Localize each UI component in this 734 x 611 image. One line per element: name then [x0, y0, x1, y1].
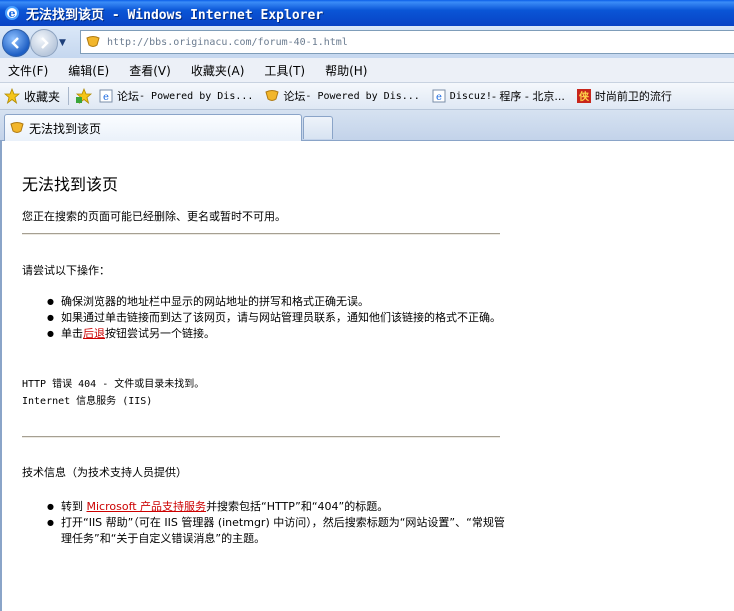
address-field[interactable]: http://bbs.originacu.com/forum-40-1.html	[80, 30, 734, 54]
favorites-label: 收藏夹	[24, 89, 61, 104]
title-bar: e 无法找到该页 - Windows Internet Explorer	[0, 0, 734, 26]
favorites-button[interactable]: 收藏夹	[4, 88, 60, 105]
tab-bar: 无法找到该页	[0, 110, 734, 141]
ie-page-icon: e	[99, 89, 113, 103]
favorite-link-4[interactable]: 侠 时尚前卫的流行	[576, 88, 672, 104]
back-arrow-icon	[11, 37, 19, 49]
divider	[22, 436, 500, 438]
favorite-link-1[interactable]: e 论坛 - Powered by Dis...	[99, 88, 253, 104]
tab-current[interactable]: 无法找到该页	[4, 114, 302, 141]
divider	[22, 233, 500, 235]
try-heading: 请尝试以下操作：	[22, 264, 110, 277]
server-info-text: Internet 信息服务 (IIS)	[22, 396, 153, 407]
svg-text:e: e	[436, 92, 442, 103]
list-item: 单击后退按钮尝试另一个链接。	[47, 326, 507, 342]
favorite-link-3[interactable]: e Discuz! - 程序 - 北京...	[432, 88, 565, 104]
error-code-text: HTTP 错误 404 - 文件或目录未找到。	[22, 379, 205, 390]
menu-help[interactable]: 帮助(H)	[325, 62, 367, 79]
site-favicon-icon	[265, 90, 280, 101]
favorites-bar: 收藏夹 e 论坛 - Powered by Dis... 论坛 - Powere…	[0, 83, 734, 110]
list-item: 确保浏览器的地址栏中显示的网站地址的拼写和格式正确无误。	[47, 294, 507, 310]
tech-heading: 技术信息（为技术支持人员提供）	[22, 466, 187, 479]
menu-favorites[interactable]: 收藏夹(A)	[191, 62, 245, 79]
forward-arrow-icon	[41, 37, 49, 49]
page-favicon-icon	[86, 36, 100, 47]
page-content: 无法找到该页 您正在搜索的页面可能已经删除、更名或暂时不可用。 请尝试以下操作：…	[0, 141, 734, 611]
menu-tools[interactable]: 工具(T)	[264, 62, 305, 79]
tech-list: 转到 Microsoft 产品支持服务并搜索包括“HTTP”和“404”的标题。…	[47, 499, 507, 547]
page-heading: 无法找到该页	[22, 175, 119, 194]
menu-file[interactable]: 文件(F)	[8, 62, 48, 79]
list-item: 转到 Microsoft 产品支持服务并搜索包括“HTTP”和“404”的标题。	[47, 499, 507, 515]
ie-page-icon: e	[432, 89, 446, 103]
back-button[interactable]	[2, 29, 30, 57]
favorite-link-2[interactable]: 论坛 - Powered by Dis...	[265, 88, 420, 104]
address-toolbar: ▼ http://bbs.originacu.com/forum-40-1.ht…	[0, 26, 734, 58]
svg-text:e: e	[9, 7, 16, 20]
history-dropdown-icon[interactable]: ▼	[59, 38, 66, 48]
add-to-favorites-icon[interactable]	[75, 88, 93, 104]
ms-support-link[interactable]: Microsoft 产品支持服务	[87, 500, 207, 513]
intro-text: 您正在搜索的页面可能已经删除、更名或暂时不可用。	[22, 210, 286, 223]
window-title: 无法找到该页 - Windows Internet Explorer	[26, 7, 324, 23]
favorites-separator	[68, 87, 70, 105]
list-item: 打开“IIS 帮助”（可在 IIS 管理器 (inetmgr) 中访问），然后搜…	[47, 515, 507, 547]
new-tab-button[interactable]	[303, 116, 333, 139]
list-item: 如果通过单击链接而到达了该网页，请与网站管理员联系，通知他们该链接的格式不正确。	[47, 310, 507, 326]
menu-view[interactable]: 查看(V)	[129, 62, 171, 79]
tab-label: 无法找到该页	[29, 121, 102, 136]
menu-edit[interactable]: 编辑(E)	[68, 62, 109, 79]
forward-button[interactable]	[30, 29, 58, 57]
svg-text:e: e	[103, 92, 109, 103]
page-favicon-icon	[10, 122, 24, 133]
address-url: http://bbs.originacu.com/forum-40-1.html	[107, 36, 348, 48]
menu-bar: 文件(F) 编辑(E) 查看(V) 收藏夹(A) 工具(T) 帮助(H)	[0, 58, 734, 83]
back-link[interactable]: 后退	[83, 327, 105, 340]
svg-text:侠: 侠	[579, 90, 590, 103]
red-site-icon: 侠	[576, 89, 591, 103]
try-list: 确保浏览器的地址栏中显示的网站地址的拼写和格式正确无误。 如果通过单击链接而到达…	[47, 294, 507, 342]
star-icon	[4, 88, 20, 104]
internet-explorer-icon: e	[5, 6, 19, 20]
